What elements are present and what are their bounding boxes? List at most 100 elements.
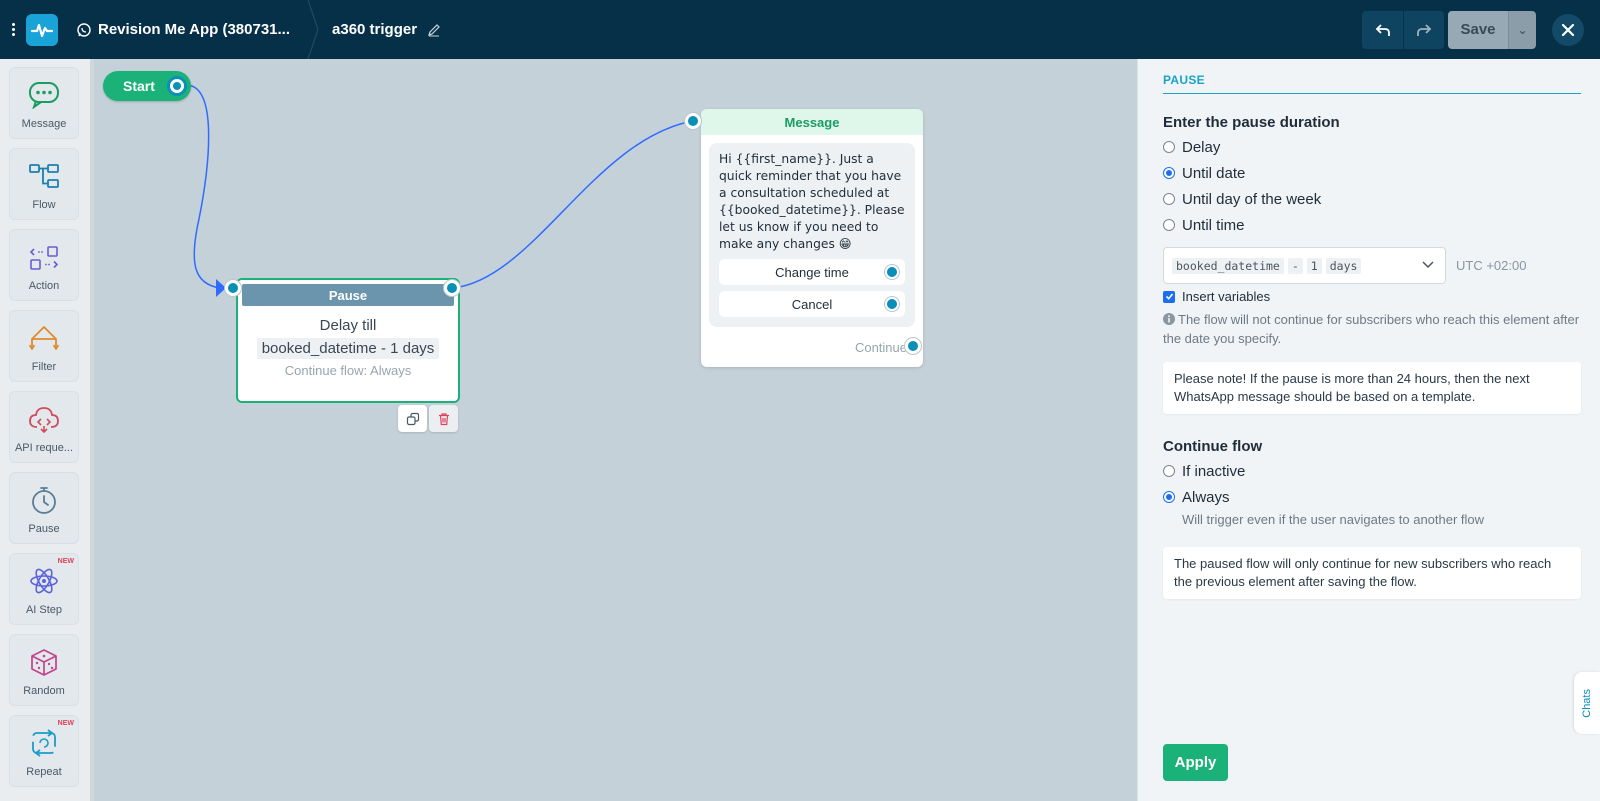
checkbox-checked[interactable] bbox=[1163, 290, 1175, 303]
flow-name: a360 trigger bbox=[332, 21, 418, 38]
pencil-icon[interactable] bbox=[427, 23, 441, 37]
whatsapp-icon bbox=[77, 22, 91, 37]
filter-icon bbox=[28, 326, 60, 351]
pause-node-delay-text: Delay till bbox=[319, 317, 377, 334]
select-chip-operator: - bbox=[1287, 257, 1303, 274]
ai-icon bbox=[30, 568, 58, 594]
sidebar-item-label: Repeat bbox=[26, 766, 62, 778]
radio-label: Always bbox=[1182, 488, 1230, 506]
sidebar-item-pause[interactable]: Pause bbox=[9, 472, 79, 544]
sidebar-item-random[interactable]: Random bbox=[9, 634, 79, 706]
redo-button[interactable] bbox=[1403, 10, 1444, 49]
continue-radio-group: If inactive Always bbox=[1163, 458, 1581, 510]
start-node[interactable]: Start bbox=[103, 71, 191, 101]
close-button[interactable] bbox=[1552, 13, 1584, 46]
sidebar-item-filter[interactable]: Filter bbox=[9, 310, 79, 382]
sidebar-item-message[interactable]: Message bbox=[9, 67, 79, 139]
sidebar-item-flow[interactable]: Flow bbox=[9, 148, 79, 220]
info-message: The flow will not continue for subscribe… bbox=[1163, 312, 1580, 346]
sidebar-item-label: Flow bbox=[32, 199, 56, 211]
save-dropdown-button[interactable]: ⌄ bbox=[1508, 10, 1536, 49]
save-button[interactable]: Save bbox=[1448, 10, 1508, 49]
app-name[interactable]: Revision Me App (380731... bbox=[98, 21, 290, 38]
radio-until-day-of-week[interactable]: Until day of the week bbox=[1163, 186, 1581, 212]
continue-flow-heading: Continue flow bbox=[1163, 438, 1263, 455]
message-quick-reply-button[interactable]: Cancel bbox=[719, 291, 905, 317]
radio-label: Until day of the week bbox=[1182, 190, 1322, 208]
sidebar-item-label: Filter bbox=[31, 361, 57, 373]
top-bar: Revision Me App (380731... a360 trigger … bbox=[0, 0, 1600, 59]
radio-circle-selected[interactable] bbox=[1163, 491, 1175, 503]
apply-button[interactable]: Apply bbox=[1163, 744, 1228, 781]
delete-button[interactable] bbox=[429, 405, 458, 432]
template-warning-note: Please note! If the pause is more than 2… bbox=[1163, 362, 1581, 414]
sidebar-item-repeat[interactable]: NEW Repeat bbox=[9, 715, 79, 787]
node-toolbar bbox=[398, 405, 458, 432]
sidebar-item-label: Message bbox=[21, 118, 67, 130]
sidebar-item-api-request[interactable]: API reque... bbox=[9, 391, 79, 463]
flow-canvas[interactable]: Start Pause Delay till booked_datetime -… bbox=[94, 59, 1137, 801]
radio-label: Until time bbox=[1182, 216, 1245, 234]
app-logo[interactable] bbox=[26, 13, 58, 46]
pause-node-continue-text: Continue flow: Always bbox=[284, 363, 412, 378]
close-icon bbox=[1561, 23, 1575, 36]
chats-tab-label: Chats bbox=[1581, 688, 1593, 718]
message-input-port[interactable] bbox=[685, 113, 701, 129]
redo-icon bbox=[1417, 23, 1432, 36]
connector-pause-message bbox=[452, 120, 694, 289]
dice-icon bbox=[31, 649, 57, 676]
always-hint: Will trigger even if the user navigates … bbox=[1182, 512, 1485, 527]
radio-circle-selected[interactable] bbox=[1163, 167, 1175, 179]
radio-circle[interactable] bbox=[1163, 141, 1175, 153]
select-chip-variable: booked_datetime bbox=[1172, 257, 1284, 274]
timezone-label: UTC +02:00 bbox=[1456, 258, 1527, 273]
menu-dots-icon[interactable] bbox=[6, 23, 20, 36]
duplicate-button[interactable] bbox=[398, 405, 427, 432]
radio-circle[interactable] bbox=[1163, 465, 1175, 477]
radio-circle[interactable] bbox=[1163, 219, 1175, 231]
flow-icon bbox=[29, 164, 59, 188]
panel-title: PAUSE bbox=[1163, 73, 1581, 94]
stopwatch-icon bbox=[32, 487, 56, 514]
action-icon bbox=[29, 246, 59, 270]
radio-circle[interactable] bbox=[1163, 193, 1175, 205]
start-port[interactable] bbox=[167, 76, 187, 96]
quick-reply-port[interactable] bbox=[885, 297, 899, 311]
connector-start-pause bbox=[185, 84, 221, 289]
radio-delay[interactable]: Delay bbox=[1163, 134, 1581, 160]
date-variable-select[interactable]: booked_datetime - 1 days bbox=[1163, 247, 1446, 284]
message-node-title: Message bbox=[701, 109, 923, 135]
pause-output-port[interactable] bbox=[444, 280, 460, 296]
trash-icon bbox=[438, 412, 449, 425]
start-label: Start bbox=[123, 78, 155, 94]
pulse-icon bbox=[30, 23, 54, 37]
undo-button[interactable] bbox=[1362, 10, 1403, 49]
select-chip-unit: days bbox=[1325, 257, 1362, 274]
message-bubble: Hi {{first_name}}. Just a quick reminder… bbox=[709, 143, 915, 327]
radio-until-date[interactable]: Until date bbox=[1163, 160, 1581, 186]
radio-label: Delay bbox=[1182, 138, 1221, 156]
message-continue-port[interactable] bbox=[905, 338, 921, 354]
sidebar-item-action[interactable]: Action bbox=[9, 229, 79, 301]
new-badge: NEW bbox=[57, 558, 74, 565]
pause-input-port[interactable] bbox=[225, 280, 241, 296]
radio-if-inactive[interactable]: If inactive bbox=[1163, 458, 1581, 484]
insert-variables-checkbox[interactable]: Insert variables bbox=[1163, 289, 1581, 304]
pause-node[interactable]: Pause Delay till booked_datetime - 1 day… bbox=[236, 278, 460, 403]
breadcrumb-separator bbox=[307, 0, 319, 59]
radio-until-time[interactable]: Until time bbox=[1163, 212, 1581, 238]
chats-tab[interactable]: Chats bbox=[1574, 672, 1600, 734]
sidebar-item-label: Random bbox=[23, 685, 65, 697]
connectors bbox=[185, 84, 694, 297]
message-text: Hi {{first_name}}. Just a quick reminder… bbox=[719, 152, 905, 251]
chevron-down-icon bbox=[1422, 261, 1434, 269]
message-node[interactable]: Message Hi {{first_name}}. Just a quick … bbox=[701, 109, 923, 367]
info-icon bbox=[1163, 313, 1175, 325]
message-quick-reply-button[interactable]: Change time bbox=[719, 259, 905, 285]
quick-reply-port[interactable] bbox=[885, 265, 899, 279]
radio-always[interactable]: Always bbox=[1163, 484, 1581, 510]
select-chip-amount: 1 bbox=[1306, 257, 1322, 274]
radio-label: Until date bbox=[1182, 164, 1246, 182]
copy-icon bbox=[406, 412, 419, 425]
sidebar-item-ai-step[interactable]: NEW AI Step bbox=[9, 553, 79, 625]
